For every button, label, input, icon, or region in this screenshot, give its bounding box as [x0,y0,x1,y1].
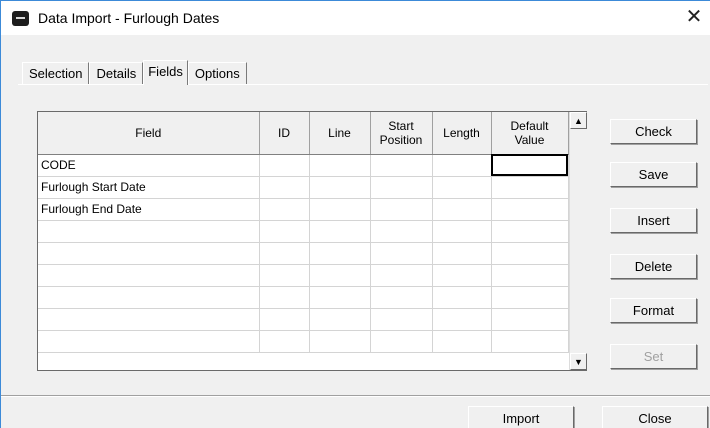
fields-table: Field ID Line Start Position Length Defa… [38,112,569,353]
grid-cell[interactable]: CODE [38,154,260,177]
grid-cell[interactable] [309,176,371,199]
grid-cell[interactable] [370,264,433,287]
grid-cell[interactable] [38,242,260,265]
table-row [38,242,569,265]
title-bar: Data Import - Furlough Dates ✕ [1,1,710,35]
grid-cell[interactable]: Furlough Start Date [38,176,260,199]
fields-grid[interactable]: Field ID Line Start Position Length Defa… [37,111,587,371]
grid-cell[interactable] [432,264,492,287]
grid-cell[interactable] [38,264,260,287]
table-row [38,286,569,309]
grid-cell[interactable] [309,330,371,353]
grid-cell[interactable]: Furlough End Date [38,198,260,221]
table-row: Furlough End Date [38,198,569,221]
window-title: Data Import - Furlough Dates [38,10,220,26]
insert-button[interactable]: Insert [610,208,697,233]
grid-cell[interactable] [38,308,260,331]
save-button[interactable]: Save [610,162,697,187]
grid-cell[interactable] [491,286,569,309]
grid-cell[interactable] [370,154,433,177]
tab-selection[interactable]: Selection [22,62,90,84]
grid-cell[interactable] [38,220,260,243]
grid-cell[interactable] [491,176,569,199]
tab-strip: Selection Details Fields Options [22,60,247,85]
grid-cell[interactable] [370,308,433,331]
app-icon [12,11,29,26]
grid-cell[interactable] [309,198,371,221]
table-row: Furlough Start Date [38,176,569,199]
tab-fields[interactable]: Fields [143,60,188,85]
table-row [38,264,569,287]
grid-cell[interactable] [432,176,492,199]
grid-cell[interactable] [491,198,569,221]
column-header-length[interactable]: Length [432,112,492,155]
grid-cell[interactable] [491,264,569,287]
grid-cell[interactable] [259,176,310,199]
column-header-start-position[interactable]: Start Position [370,112,433,155]
table-row [38,330,569,353]
grid-cell[interactable] [370,176,433,199]
grid-cell[interactable] [309,220,371,243]
grid-cell[interactable] [370,330,433,353]
grid-cell[interactable] [309,286,371,309]
data-import-window: Data Import - Furlough Dates ✕ Selection… [0,0,710,428]
grid-cell[interactable] [309,308,371,331]
grid-cell[interactable] [309,242,371,265]
column-header-id[interactable]: ID [259,112,310,155]
check-button[interactable]: Check [610,119,697,144]
import-button[interactable]: Import [468,406,574,428]
table-row: CODE [38,154,569,177]
table-row [38,220,569,243]
table-row [38,308,569,331]
grid-cell[interactable] [370,198,433,221]
format-button[interactable]: Format [610,298,697,323]
tab-options[interactable]: Options [187,62,247,84]
footer-divider [1,395,710,397]
grid-cell[interactable] [309,154,371,177]
grid-cell[interactable] [491,220,569,243]
column-header-line[interactable]: Line [309,112,371,155]
grid-vertical-scrollbar[interactable]: ▲ ▼ [569,112,587,370]
column-header-default-value[interactable]: Default Value [491,112,569,155]
grid-cell[interactable] [259,220,310,243]
close-window-icon[interactable]: ✕ [681,5,707,31]
column-header-field[interactable]: Field [38,112,260,155]
grid-header-row: Field ID Line Start Position Length Defa… [38,112,569,155]
grid-cell[interactable] [38,330,260,353]
grid-cell[interactable] [432,154,492,177]
close-button[interactable]: Close [602,406,708,428]
grid-cell[interactable] [259,308,310,331]
grid-cell[interactable] [491,330,569,353]
grid-cell[interactable] [259,198,310,221]
tab-details[interactable]: Details [89,62,144,84]
grid-cell[interactable] [259,154,310,177]
grid-cell[interactable] [259,330,310,353]
grid-cell[interactable] [38,286,260,309]
grid-cell[interactable] [309,264,371,287]
scroll-up-arrow-icon[interactable]: ▲ [570,112,587,129]
grid-cell[interactable] [432,220,492,243]
grid-cell[interactable] [259,264,310,287]
grid-cell[interactable] [370,220,433,243]
scroll-down-arrow-icon[interactable]: ▼ [570,353,587,370]
grid-cell[interactable] [432,286,492,309]
grid-cell[interactable] [370,242,433,265]
delete-button[interactable]: Delete [610,254,697,279]
set-button[interactable]: Set [610,344,697,369]
grid-cell[interactable] [432,308,492,331]
grid-cell[interactable] [432,330,492,353]
grid-cell[interactable] [259,242,310,265]
grid-cell[interactable] [432,242,492,265]
grid-cell[interactable] [259,286,310,309]
grid-cell[interactable] [491,242,569,265]
grid-cell[interactable] [491,308,569,331]
grid-cell[interactable] [370,286,433,309]
selected-grid-cell[interactable] [491,154,569,177]
grid-cell[interactable] [432,198,492,221]
